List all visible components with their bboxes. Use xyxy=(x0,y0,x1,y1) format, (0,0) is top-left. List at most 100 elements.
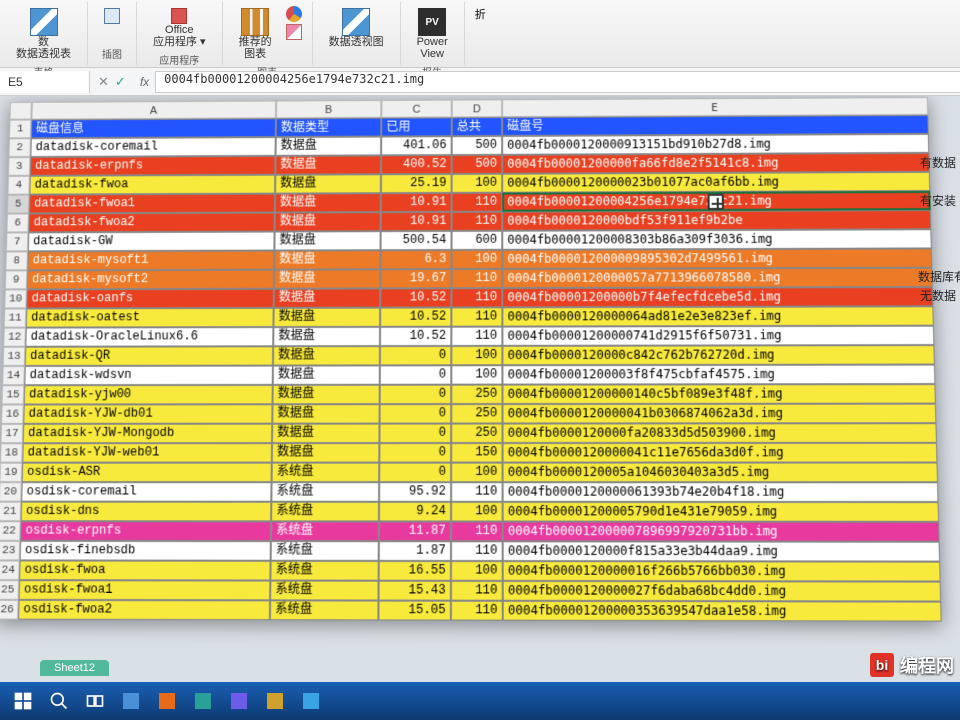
cell-a19[interactable]: osdisk-ASR xyxy=(22,463,272,483)
cell-b23[interactable]: 系统盘 xyxy=(271,541,379,561)
cell-c16[interactable]: 0 xyxy=(380,404,452,424)
cell-b15[interactable]: 数据盘 xyxy=(273,385,380,405)
cell-a25[interactable]: osdisk-fwoa1 xyxy=(19,580,271,600)
cell-e24[interactable]: 0004fb0000120000016f266b5766bb030.img xyxy=(503,561,941,582)
cell-a24[interactable]: osdisk-fwoa xyxy=(19,560,270,580)
taskbar-app-2[interactable] xyxy=(152,686,182,716)
cell-b17[interactable]: 数据盘 xyxy=(272,424,379,444)
cell-c2[interactable]: 401.06 xyxy=(381,136,452,155)
cell-b18[interactable]: 数据盘 xyxy=(272,443,380,463)
cell-d9[interactable]: 110 xyxy=(451,269,502,288)
row-header[interactable]: 24 xyxy=(0,560,20,580)
cell-c6[interactable]: 10.91 xyxy=(381,212,452,231)
cell-e8[interactable]: 0004fb000012000009895302d7499561.img xyxy=(502,248,932,269)
cell-d4[interactable]: 100 xyxy=(452,174,503,193)
cell-b4[interactable]: 数据盘 xyxy=(275,174,381,193)
row-header[interactable]: 21 xyxy=(0,502,21,522)
cell-c19[interactable]: 0 xyxy=(379,463,451,483)
cell-c15[interactable]: 0 xyxy=(380,385,452,404)
cell-c23[interactable]: 1.87 xyxy=(379,541,451,561)
cell-d16[interactable]: 250 xyxy=(451,404,502,424)
cell-d19[interactable]: 100 xyxy=(451,463,502,483)
cell-d22[interactable]: 110 xyxy=(451,522,503,542)
cell-c20[interactable]: 95.92 xyxy=(379,482,451,502)
cell-c1[interactable]: 已用 xyxy=(381,117,452,136)
cell-e1[interactable]: 磁盘号 xyxy=(502,115,929,136)
cell-e9[interactable]: 0004fb0000120000057a7713966078580.img xyxy=(502,268,933,288)
col-header-a[interactable]: A xyxy=(31,101,276,120)
cell-d10[interactable]: 110 xyxy=(451,288,502,307)
cell-c11[interactable]: 10.52 xyxy=(380,307,451,326)
cell-b19[interactable]: 系统盘 xyxy=(272,463,380,483)
cell-a7[interactable]: datadisk-GW xyxy=(28,232,275,252)
cell-e25[interactable]: 0004fb0000120000027f6daba68bc4dd0.img xyxy=(503,581,941,602)
cell-c3[interactable]: 400.52 xyxy=(381,155,452,174)
cell-b24[interactable]: 系统盘 xyxy=(270,561,378,581)
taskbar-app-5[interactable] xyxy=(260,686,290,716)
cell-a13[interactable]: datadisk-QR xyxy=(25,346,273,366)
cell-d26[interactable]: 110 xyxy=(451,601,503,621)
cell-c5[interactable]: 10.91 xyxy=(381,193,452,212)
cell-e7[interactable]: 0004fb00001200008303b86a309f3036.img xyxy=(502,229,932,250)
cell-a5[interactable]: datadisk-fwoa1 xyxy=(29,194,275,214)
cell-d15[interactable]: 250 xyxy=(451,385,502,404)
cell-a23[interactable]: osdisk-finebsdb xyxy=(20,541,271,561)
taskview-button[interactable] xyxy=(80,686,110,716)
cell-b12[interactable]: 数据盘 xyxy=(273,327,380,346)
cell-e11[interactable]: 0004fb0000120000064ad81e2e3e823ef.img xyxy=(502,306,934,326)
pivot-chart-button[interactable]: 数据透视图 xyxy=(323,6,390,50)
cell-c14[interactable]: 0 xyxy=(380,365,452,384)
search-button[interactable] xyxy=(44,686,74,716)
cell-d6[interactable]: 110 xyxy=(452,212,503,231)
row-header[interactable]: 10 xyxy=(4,289,27,308)
cell-e17[interactable]: 0004fb0000120000fa20833d5d503900.img xyxy=(503,423,937,443)
cell-e19[interactable]: 0004fb0000120005a1046030403a3d5.img xyxy=(503,463,938,483)
cell-b5[interactable]: 数据盘 xyxy=(275,193,381,212)
cell-a15[interactable]: datadisk-yjw00 xyxy=(24,385,273,405)
row-header-1[interactable]: 1 xyxy=(9,120,31,139)
cell-d8[interactable]: 100 xyxy=(451,250,502,269)
row-header[interactable]: 8 xyxy=(5,251,28,270)
taskbar-app-4[interactable] xyxy=(224,686,254,716)
cell-d23[interactable]: 110 xyxy=(451,541,503,561)
cell-b20[interactable]: 系统盘 xyxy=(271,482,379,502)
cell-a11[interactable]: datadisk-oatest xyxy=(26,308,274,328)
cell-e16[interactable]: 0004fb0000120000041b0306874062a3d.img xyxy=(502,404,936,424)
cell-e14[interactable]: 0004fb00001200003f8f475cbfaf4575.img xyxy=(502,365,935,385)
cell-c12[interactable]: 10.52 xyxy=(380,327,451,346)
cell-d14[interactable]: 100 xyxy=(451,365,502,384)
cell-c17[interactable]: 0 xyxy=(379,424,451,444)
pivot-table-button[interactable]: 数 数据透视表 xyxy=(10,6,77,62)
cell-d7[interactable]: 600 xyxy=(451,231,502,250)
cell-c7[interactable]: 500.54 xyxy=(381,231,452,250)
cancel-fx-icon[interactable]: ✕ xyxy=(98,74,109,90)
row-header[interactable]: 12 xyxy=(3,328,26,347)
cell-c18[interactable]: 0 xyxy=(379,443,451,463)
cell-a10[interactable]: datadisk-oanfs xyxy=(26,289,274,309)
row-header[interactable]: 5 xyxy=(7,195,29,214)
worksheet-grid[interactable]: A B C D E 1 磁盘信息 数据类型 已用 总共 磁盘号 2datadis… xyxy=(0,97,942,622)
power-view-button[interactable]: PV Power View xyxy=(411,6,454,62)
cell-a2[interactable]: datadisk-coremail xyxy=(30,137,275,157)
cell-d12[interactable]: 110 xyxy=(451,327,502,346)
taskbar-app-6[interactable] xyxy=(296,686,326,716)
cell-c10[interactable]: 10.52 xyxy=(380,288,451,307)
cell-e15[interactable]: 0004fb00001200000140c5bf089e3f48f.img xyxy=(502,384,935,404)
cell-e26[interactable]: 0004fb00001200000353639547daa1e58.img xyxy=(503,601,942,622)
cell-b22[interactable]: 系统盘 xyxy=(271,521,379,541)
cell-d25[interactable]: 110 xyxy=(451,581,503,601)
cell-b26[interactable]: 系统盘 xyxy=(270,600,379,620)
cell-b9[interactable]: 数据盘 xyxy=(274,269,381,288)
cell-c26[interactable]: 15.05 xyxy=(378,601,451,621)
cell-b3[interactable]: 数据盘 xyxy=(275,155,381,174)
cell-a6[interactable]: datadisk-fwoa2 xyxy=(28,213,274,233)
col-header-b[interactable]: B xyxy=(276,100,381,118)
row-header[interactable]: 16 xyxy=(1,405,24,424)
office-apps-button[interactable]: Office 应用程序 ▾ xyxy=(147,6,212,50)
cell-e2[interactable]: 0004fb0000120000913151bd910b27d8.img xyxy=(502,134,929,155)
row-header[interactable]: 3 xyxy=(8,157,30,176)
cell-e18[interactable]: 0004fb0000120000041c11e7656da3d0f.img xyxy=(503,443,938,463)
cell-a1[interactable]: 磁盘信息 xyxy=(31,118,276,138)
pie-chart-icon[interactable] xyxy=(286,6,302,22)
cell-a26[interactable]: osdisk-fwoa2 xyxy=(18,600,270,620)
